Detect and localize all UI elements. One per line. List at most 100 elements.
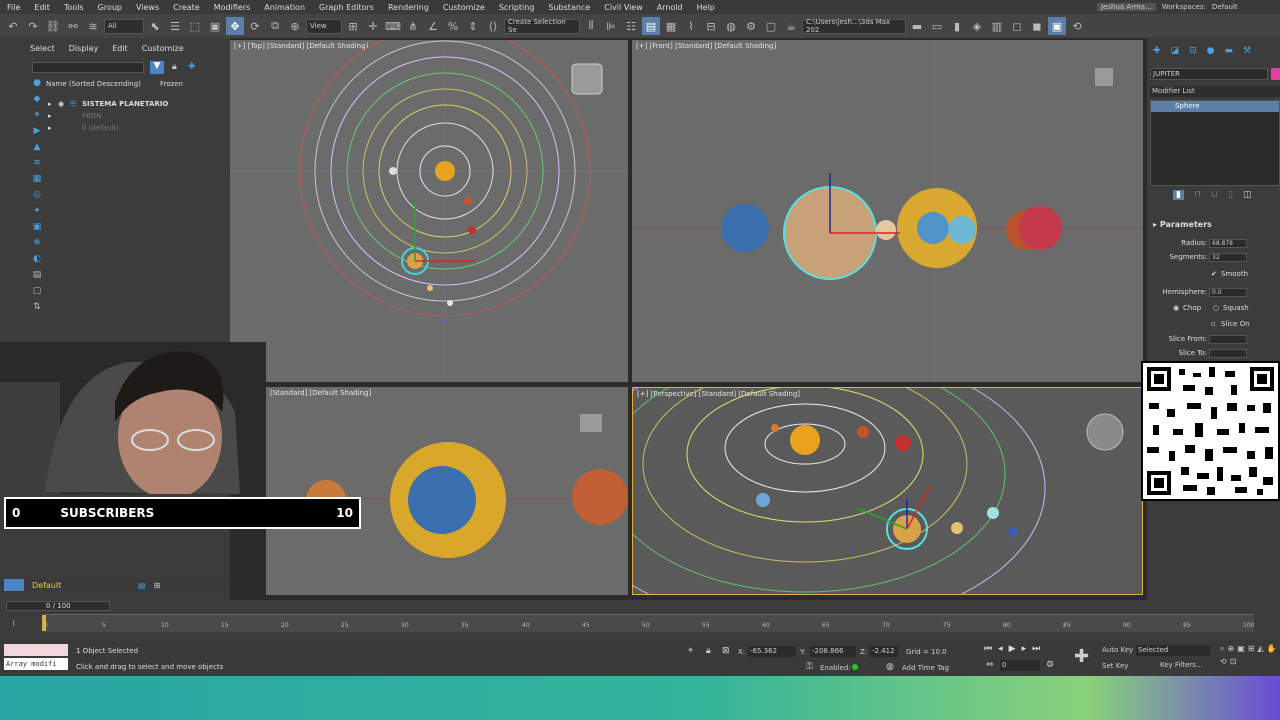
save-icon[interactable]: ▮: [948, 17, 966, 35]
utilities-tab-icon[interactable]: ⚒: [1243, 46, 1251, 56]
menu-animation[interactable]: Animation: [257, 3, 312, 12]
x-coordinate-field[interactable]: -65.362: [748, 646, 796, 657]
motion-tab-icon[interactable]: ●: [1207, 46, 1215, 56]
layer-grid-icon[interactable]: [4, 579, 24, 591]
column-frozen[interactable]: Frozen: [156, 80, 183, 90]
menu-arnold[interactable]: Arnold: [650, 3, 690, 12]
layer-explorer-icon[interactable]: ☷: [622, 17, 640, 35]
menu-rendering[interactable]: Rendering: [381, 3, 436, 12]
project-path-field[interactable]: C:\Users\jesh...\3ds Max 202: [802, 18, 906, 34]
shapes-filter-icon[interactable]: ◆: [34, 94, 41, 104]
undo-icon[interactable]: ↶: [4, 17, 22, 35]
invert-filter-icon[interactable]: ⇅: [33, 302, 41, 312]
move-icon[interactable]: ✥: [226, 17, 244, 35]
configure-sets-icon[interactable]: ◫: [1243, 190, 1252, 200]
viewport-top[interactable]: [+] [Top] [Standard] [Default Shading]: [230, 40, 628, 382]
tree-row[interactable]: ▸ PEON: [48, 110, 224, 122]
time-tag-icon[interactable]: ◍: [886, 662, 894, 672]
render-setup-icon[interactable]: ⚙: [742, 17, 760, 35]
auto-key-button[interactable]: Auto Key: [1102, 646, 1133, 654]
menu-edit[interactable]: Edit: [27, 3, 57, 12]
rect-selection-icon[interactable]: ⬚: [186, 17, 204, 35]
show-end-result-icon[interactable]: ⊓: [1194, 190, 1201, 200]
render-view-icon[interactable]: ◻: [1008, 17, 1026, 35]
angle-snap-icon[interactable]: ∠: [424, 17, 442, 35]
expand-icon[interactable]: ▸: [48, 112, 58, 120]
orbit-icon[interactable]: ⟲: [1220, 657, 1227, 666]
pin-stack-icon[interactable]: ▮: [1173, 190, 1184, 200]
material-editor-icon[interactable]: ◍: [722, 17, 740, 35]
all-filter-icon[interactable]: ▤: [33, 270, 42, 280]
filter-icon[interactable]: ▼: [150, 61, 164, 74]
frozen-filter-icon[interactable]: ❄: [33, 238, 41, 248]
expand-icon[interactable]: ▸: [48, 124, 58, 132]
schematic-view-icon[interactable]: ⊟: [702, 17, 720, 35]
display-tab-icon[interactable]: ▬: [1224, 46, 1233, 56]
trackbar[interactable]: 0 5 10 15 20 25 30 35 40 45 50 55 60 65 …: [42, 614, 1254, 632]
maximize-toggle-icon[interactable]: ⊡: [1230, 657, 1237, 666]
viewport-left[interactable]: [Standard] [Default Shading]: [266, 387, 628, 595]
mini-curve-icon[interactable]: ⌇: [12, 620, 15, 628]
smooth-checkbox[interactable]: ✔: [1211, 270, 1217, 278]
object-name-field[interactable]: JUPITER: [1150, 68, 1268, 80]
rotate-icon[interactable]: ⟳: [246, 17, 264, 35]
link-icon[interactable]: ⛓: [44, 17, 62, 35]
stack-item-sphere[interactable]: Sphere: [1151, 101, 1279, 112]
project-folder-icon[interactable]: ▬: [908, 17, 926, 35]
visibility-icon[interactable]: ◉: [58, 100, 70, 108]
tab-select[interactable]: Select: [30, 44, 55, 53]
chop-radio[interactable]: ◉: [1173, 304, 1179, 312]
toggle-scene-explorer-icon[interactable]: ▤: [642, 17, 660, 35]
mirror-icon[interactable]: ⫴: [582, 17, 600, 35]
segments-spinner[interactable]: 32: [1209, 253, 1247, 262]
open-icon[interactable]: ▭: [928, 17, 946, 35]
viewport-perspective[interactable]: [+] [Perspective] [Standard] [Default Sh…: [632, 387, 1143, 595]
substance-icon[interactable]: ⟲: [1068, 17, 1086, 35]
cameras-filter-icon[interactable]: ▶: [34, 126, 41, 136]
bind-spacewarp-icon[interactable]: ≋: [84, 17, 102, 35]
go-to-start-icon[interactable]: ⏮: [984, 644, 992, 654]
scale-icon[interactable]: ⧉: [266, 17, 284, 35]
manipulate-icon[interactable]: ✛: [364, 17, 382, 35]
enabled-indicator[interactable]: [852, 664, 858, 670]
next-frame-icon[interactable]: ▸: [1022, 644, 1027, 654]
xrefs-filter-icon[interactable]: ◎: [33, 190, 41, 200]
lock-icon[interactable]: 🔒︎: [172, 62, 177, 72]
maximize-viewport-icon[interactable]: ▣: [1048, 17, 1066, 35]
hemisphere-spinner[interactable]: 0.0: [1209, 288, 1247, 297]
scene-search-input[interactable]: [32, 62, 144, 73]
place-icon[interactable]: ⊕: [286, 17, 304, 35]
y-coordinate-field[interactable]: -208.866: [810, 646, 856, 657]
fov-icon[interactable]: ◭: [1257, 644, 1263, 654]
modify-tab-icon[interactable]: ◪: [1171, 46, 1180, 56]
menu-help[interactable]: Help: [690, 3, 722, 12]
menu-file[interactable]: File: [0, 3, 27, 12]
menu-substance[interactable]: Substance: [541, 3, 597, 12]
menu-group[interactable]: Group: [91, 3, 129, 12]
play-icon[interactable]: ▶: [1009, 644, 1016, 654]
slice-to-spinner[interactable]: [1209, 349, 1247, 358]
z-coordinate-field[interactable]: -2.412: [870, 646, 898, 657]
named-selection-icon[interactable]: ⟨⟩: [484, 17, 502, 35]
rendered-frame-icon[interactable]: ▢: [762, 17, 780, 35]
selection-lock-icon[interactable]: 🔒︎: [706, 646, 711, 656]
arnold-icon[interactable]: ◈: [968, 17, 986, 35]
menu-views[interactable]: Views: [129, 3, 166, 12]
key-mode-icon[interactable]: ⇔: [986, 660, 994, 670]
spinner-snap-icon[interactable]: ⇕: [464, 17, 482, 35]
lights-filter-icon[interactable]: ✶: [33, 110, 41, 120]
absolute-mode-icon[interactable]: ⊠: [722, 646, 730, 656]
previous-frame-icon[interactable]: ◂: [998, 644, 1003, 654]
percent-snap-icon[interactable]: %: [444, 17, 462, 35]
layer-manager-icon[interactable]: ⊞: [154, 581, 161, 590]
curve-editor-icon[interactable]: ⌇: [682, 17, 700, 35]
render-icon[interactable]: ☕: [782, 17, 800, 35]
isolate-icon[interactable]: ⌖: [688, 646, 693, 656]
menu-graph-editors[interactable]: Graph Editors: [312, 3, 381, 12]
reference-coord-select[interactable]: View: [306, 18, 342, 34]
current-frame-field[interactable]: 0: [1000, 660, 1040, 671]
remove-modifier-icon[interactable]: ▯: [1228, 190, 1233, 200]
keyboard-shortcut-icon[interactable]: ⌨: [384, 17, 402, 35]
add-time-tag[interactable]: Add Time Tag: [902, 664, 949, 672]
object-color-swatch[interactable]: [1271, 68, 1280, 80]
